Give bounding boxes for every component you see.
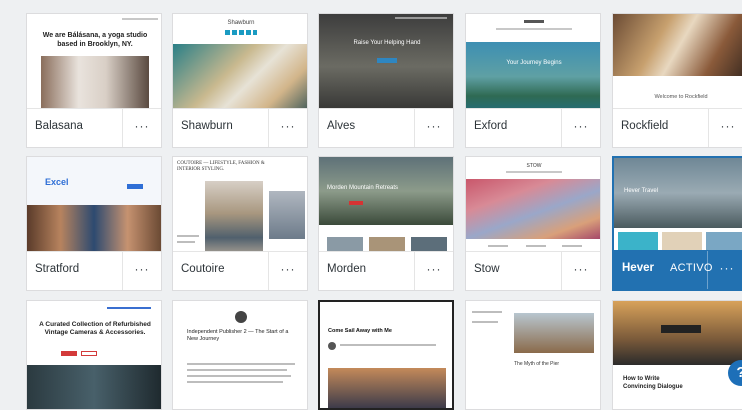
theme-name: Alves <box>327 120 356 132</box>
preview-headline: STOW <box>526 163 542 169</box>
camera-photo <box>27 365 161 409</box>
preview-headline: Come Sail Away with Me <box>328 328 392 334</box>
preview-headline: Independent Publisher 2 — The Start of a… <box>187 329 289 342</box>
more-options-button[interactable]: ··· <box>561 252 600 290</box>
theme-card-morden[interactable]: Morden Mountain Retreats Morden ··· <box>318 156 454 291</box>
theme-card-row3-4[interactable]: The Myth of the Pier <box>465 300 601 410</box>
preview-headline: A Curated Collection of Refurbished Vint… <box>39 321 151 336</box>
more-options-button[interactable]: ··· <box>708 109 742 147</box>
active-theme-bar: Hever ACTIVO ··· <box>614 250 742 289</box>
pier-photo <box>514 313 594 353</box>
preview-headline: Shawburn <box>227 20 255 26</box>
theme-card-alves[interactable]: Raise Your Helping Hand Alves ··· <box>318 13 454 148</box>
theme-card-row3-5[interactable]: How to Write Convincing Dialogue <box>612 300 742 410</box>
preview-headline: Morden Mountain Retreats <box>327 185 399 191</box>
preview-headline: Your Journey Begins <box>506 60 562 66</box>
theme-name: Morden <box>327 263 366 275</box>
theme-name: Shawburn <box>181 120 233 132</box>
theme-card-rockfield[interactable]: Welcome to Rockfield Rockfield ··· <box>612 13 742 148</box>
theme-preview[interactable]: Raise Your Helping Hand <box>319 14 453 119</box>
food-photo <box>613 14 742 76</box>
paper-photo <box>466 179 600 239</box>
theme-preview[interactable]: How to Write Convincing Dialogue <box>613 301 742 409</box>
more-options-button[interactable]: ··· <box>414 109 453 147</box>
theme-preview[interactable]: Excel <box>27 157 161 262</box>
preview-headline: How to Write Convincing Dialogue <box>623 376 683 390</box>
avatar <box>235 311 247 323</box>
theme-card-stratford[interactable]: Excel Stratford ··· <box>26 156 162 291</box>
more-options-button[interactable]: ··· <box>561 109 600 147</box>
fashion-photo <box>205 181 263 262</box>
preview-headline: Welcome to Rockfield <box>654 94 708 100</box>
theme-card-row3-2[interactable]: Independent Publisher 2 — The Start of a… <box>172 300 308 410</box>
theme-grid: We are Bálásana, a yoga studio based in … <box>0 0 742 410</box>
more-options-button[interactable]: ··· <box>122 252 161 290</box>
theme-name: Rockfield <box>621 120 669 132</box>
more-options-button[interactable]: ··· <box>268 252 307 290</box>
theme-card-row3-3[interactable]: Come Sail Away with Me <box>318 300 454 410</box>
theme-card-exford[interactable]: Your Journey Begins Exford ··· <box>465 13 601 148</box>
more-options-button[interactable]: ··· <box>707 251 742 289</box>
theme-preview[interactable]: Welcome to Rockfield <box>613 14 742 119</box>
theme-preview[interactable]: We are Bálásana, a yoga studio based in … <box>27 14 161 119</box>
more-options-button[interactable]: ··· <box>122 109 161 147</box>
theme-name: Hever <box>622 262 654 274</box>
theme-preview[interactable]: COUTOIRE — LIFESTYLE, FASHION & INTERIOR… <box>173 157 307 262</box>
theme-name: Stow <box>474 263 500 275</box>
hotel-photo <box>613 301 742 365</box>
preview-headline: Hever Travel <box>624 188 659 194</box>
theme-preview[interactable]: STOW <box>466 157 600 262</box>
theme-card-row3-1[interactable]: A Curated Collection of Refurbished Vint… <box>26 300 162 410</box>
theme-name: Coutoire <box>181 263 225 275</box>
theme-preview[interactable]: Independent Publisher 2 — The Start of a… <box>173 301 307 409</box>
theme-card-stow[interactable]: STOW Stow ··· <box>465 156 601 291</box>
preview-headline: The Myth of the Pier <box>514 361 560 367</box>
theme-card-balasana[interactable]: We are Bálásana, a yoga studio based in … <box>26 13 162 148</box>
theme-preview[interactable]: Morden Mountain Retreats <box>319 157 453 262</box>
theme-name: Stratford <box>35 263 80 275</box>
more-options-button[interactable]: ··· <box>268 109 307 147</box>
preview-headline: Raise Your Helping Hand <box>353 40 421 46</box>
more-options-button[interactable]: ··· <box>414 252 453 290</box>
theme-preview[interactable]: Your Journey Begins <box>466 14 600 119</box>
mountain-photo <box>319 157 453 225</box>
preview-headline: We are Bálásana, a yoga studio based in … <box>42 32 148 48</box>
theme-name: Balasana <box>35 120 83 132</box>
theme-card-hever[interactable]: Hever Travel Hever ACTIVO ··· <box>612 156 742 291</box>
theme-card-shawburn[interactable]: Shawburn Shawburn ··· <box>172 13 308 148</box>
preview-headline: Excel <box>45 177 69 187</box>
preview-headline: COUTOIRE — LIFESTYLE, FASHION & INTERIOR… <box>177 161 265 172</box>
theme-preview[interactable]: Come Sail Away with Me <box>320 302 452 408</box>
theme-preview[interactable]: Shawburn <box>173 14 307 119</box>
side-photo <box>269 191 305 239</box>
theme-preview[interactable]: The Myth of the Pier <box>466 301 600 409</box>
sea-photo <box>328 368 446 408</box>
theme-name: Exford <box>474 120 508 132</box>
theme-preview[interactable]: Hever Travel <box>614 158 742 263</box>
theme-card-coutoire[interactable]: COUTOIRE — LIFESTYLE, FASHION & INTERIOR… <box>172 156 308 291</box>
yoga-photo <box>41 56 149 116</box>
theme-preview[interactable]: A Curated Collection of Refurbished Vint… <box>27 301 161 409</box>
